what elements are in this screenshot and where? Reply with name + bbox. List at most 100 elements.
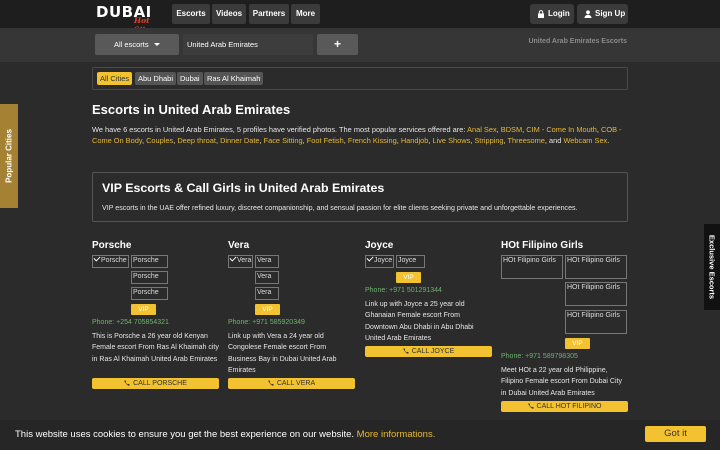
- service-link[interactable]: French Kissing: [348, 136, 397, 145]
- photo-alt: HOt Filipino Girls: [567, 312, 620, 319]
- escort-photo[interactable]: Vera: [255, 255, 279, 268]
- escort-photo[interactable]: HOt Filipino Girls: [501, 255, 563, 279]
- photo-alt: Joyce: [398, 257, 417, 264]
- cookie-text: This website uses cookies to ensure you …: [15, 429, 355, 440]
- photo-alt: HOt Filipino Girls: [567, 257, 620, 264]
- cookie-more-link[interactable]: More informations.: [357, 429, 436, 440]
- page-title: Escorts in United Arab Emirates: [92, 102, 291, 117]
- photo-alt: HOt Filipino Girls: [503, 257, 556, 264]
- nav-videos[interactable]: Videos: [212, 4, 246, 24]
- escort-photo[interactable]: Vera: [255, 271, 279, 284]
- photo-alt: Joyce: [374, 257, 393, 264]
- intro-text: We have 6 escorts in United Arab Emirate…: [92, 125, 622, 146]
- vip-title: VIP Escorts & Call Girls in United Arab …: [102, 181, 385, 195]
- photo-alt: HOt Filipino Girls: [567, 284, 620, 291]
- escort-photo[interactable]: HOt Filipino Girls: [565, 255, 627, 279]
- escort-phone[interactable]: Phone: +971 501291344: [365, 287, 442, 294]
- popular-cities-label: Popular Cities: [4, 129, 14, 183]
- city-ras-al-khaimah[interactable]: Ras Al Khaimah: [204, 72, 264, 85]
- add-filter-button[interactable]: +: [317, 34, 358, 55]
- nav-escorts[interactable]: Escorts: [172, 4, 210, 24]
- call-label: CALL JOYCE: [411, 348, 455, 355]
- escort-phone[interactable]: Phone: +254 705854321: [92, 319, 169, 326]
- service-link[interactable]: CIM - Come In Mouth: [526, 125, 597, 134]
- phone-icon: [527, 403, 534, 409]
- service-link[interactable]: Threesome: [508, 136, 545, 145]
- intro-lead: We have 6 escorts in United Arab Emirate…: [92, 125, 468, 134]
- service-link[interactable]: Anal Sex: [467, 125, 497, 134]
- photo-alt: Vera: [257, 257, 272, 264]
- service-link[interactable]: Live Shows: [432, 136, 470, 145]
- city-all[interactable]: All Cities: [97, 72, 133, 85]
- escort-phone[interactable]: Phone: +971 585920349: [228, 319, 305, 326]
- photo-alt: Vera: [257, 273, 272, 280]
- escort-description: This is Porsche a 26 year old Kenyan Fem…: [92, 333, 219, 363]
- escort-type-value: All escorts: [114, 40, 149, 49]
- phone-icon: [268, 380, 274, 386]
- service-link[interactable]: Stripping: [474, 136, 503, 145]
- cookie-message: This website uses cookies to ensure you …: [15, 429, 435, 440]
- escort-photo[interactable]: Vera: [228, 255, 253, 268]
- escort-photo[interactable]: HOt Filipino Girls: [565, 282, 627, 306]
- escort-name[interactable]: Joyce: [365, 240, 393, 251]
- call-button[interactable]: CALL VERA: [228, 378, 355, 389]
- service-link[interactable]: Foot Fetish: [307, 136, 344, 145]
- photo-alt: Porsche: [101, 257, 127, 264]
- login-button[interactable]: Login: [530, 4, 574, 24]
- photo-alt: Vera: [237, 257, 252, 264]
- escort-photo[interactable]: Joyce: [396, 255, 425, 268]
- verified-check-icon: [93, 256, 101, 262]
- call-button[interactable]: CALL PORSCHE: [92, 378, 219, 389]
- user-icon: [584, 10, 592, 18]
- exclusive-escorts-tab[interactable]: Exclusive Escorts: [704, 224, 720, 310]
- escort-photo[interactable]: Porsche: [92, 255, 129, 268]
- escort-name[interactable]: Vera: [228, 240, 249, 251]
- escort-photo[interactable]: Joyce: [365, 255, 394, 268]
- nav-more[interactable]: More: [291, 4, 320, 24]
- vip-badge: VIP: [565, 338, 590, 349]
- vip-panel: VIP Escorts & Call Girls in United Arab …: [92, 172, 628, 222]
- nav-partners[interactable]: Partners: [249, 4, 289, 24]
- service-link[interactable]: Couples: [146, 136, 173, 145]
- service-link[interactable]: Deep throat: [177, 136, 216, 145]
- exclusive-escorts-label: Exclusive Escorts: [707, 234, 717, 300]
- site-logo[interactable]: DUBAI Hot Site: [96, 3, 166, 34]
- escort-photo[interactable]: HOt Filipino Girls: [565, 310, 627, 334]
- intro-and: and: [549, 136, 562, 146]
- signup-label: Sign Up: [595, 9, 626, 18]
- service-link[interactable]: Dinner Date: [220, 136, 259, 145]
- escort-photo[interactable]: Porsche: [131, 287, 168, 300]
- call-button[interactable]: CALL JOYCE: [365, 346, 492, 357]
- city-filter: All Cities Abu Dhabi Dubai Ras Al Khaima…: [92, 67, 628, 90]
- location-input[interactable]: [183, 34, 313, 55]
- photo-alt: Porsche: [133, 273, 159, 280]
- cookie-accept-button[interactable]: Got it: [645, 426, 706, 442]
- breadcrumb[interactable]: United Arab Emirates Escorts: [528, 38, 627, 45]
- popular-cities-tab[interactable]: Popular Cities: [0, 104, 18, 208]
- call-label: CALL PORSCHE: [133, 380, 187, 387]
- photo-alt: Vera: [257, 289, 272, 296]
- service-link[interactable]: Handjob: [401, 136, 429, 145]
- call-label: CALL VERA: [276, 380, 316, 387]
- escort-description: Meet HOt a 22 year old Philippine, Filip…: [501, 367, 622, 397]
- top-navbar: DUBAI Hot Site Escorts Videos Partners M…: [0, 0, 720, 34]
- city-abu-dhabi[interactable]: Abu Dhabi: [135, 72, 177, 85]
- service-link[interactable]: Webcam Sex: [563, 136, 607, 145]
- vip-badge: VIP: [396, 272, 421, 283]
- service-link[interactable]: BDSM: [501, 125, 522, 134]
- service-link[interactable]: Face Sitting: [264, 136, 303, 145]
- escort-name[interactable]: HOt Filipino Girls: [501, 240, 583, 251]
- escort-description: Link up with Joyce a 25 year old Ghanaia…: [365, 301, 474, 342]
- photo-alt: Porsche: [133, 289, 159, 296]
- city-dubai[interactable]: Dubai: [177, 72, 203, 85]
- signup-button[interactable]: Sign Up: [577, 4, 628, 24]
- escort-photo[interactable]: Vera: [255, 287, 279, 300]
- verified-check-icon: [366, 256, 374, 262]
- phone-icon: [124, 380, 130, 386]
- escort-type-select[interactable]: All escorts: [95, 34, 179, 55]
- escort-photo[interactable]: Porsche: [131, 271, 168, 284]
- call-button[interactable]: CALL HOT FILIPINO: [501, 401, 628, 412]
- escort-photo[interactable]: Porsche: [131, 255, 168, 268]
- escort-phone[interactable]: Phone: +971 589798305: [501, 353, 578, 360]
- escort-name[interactable]: Porsche: [92, 240, 131, 251]
